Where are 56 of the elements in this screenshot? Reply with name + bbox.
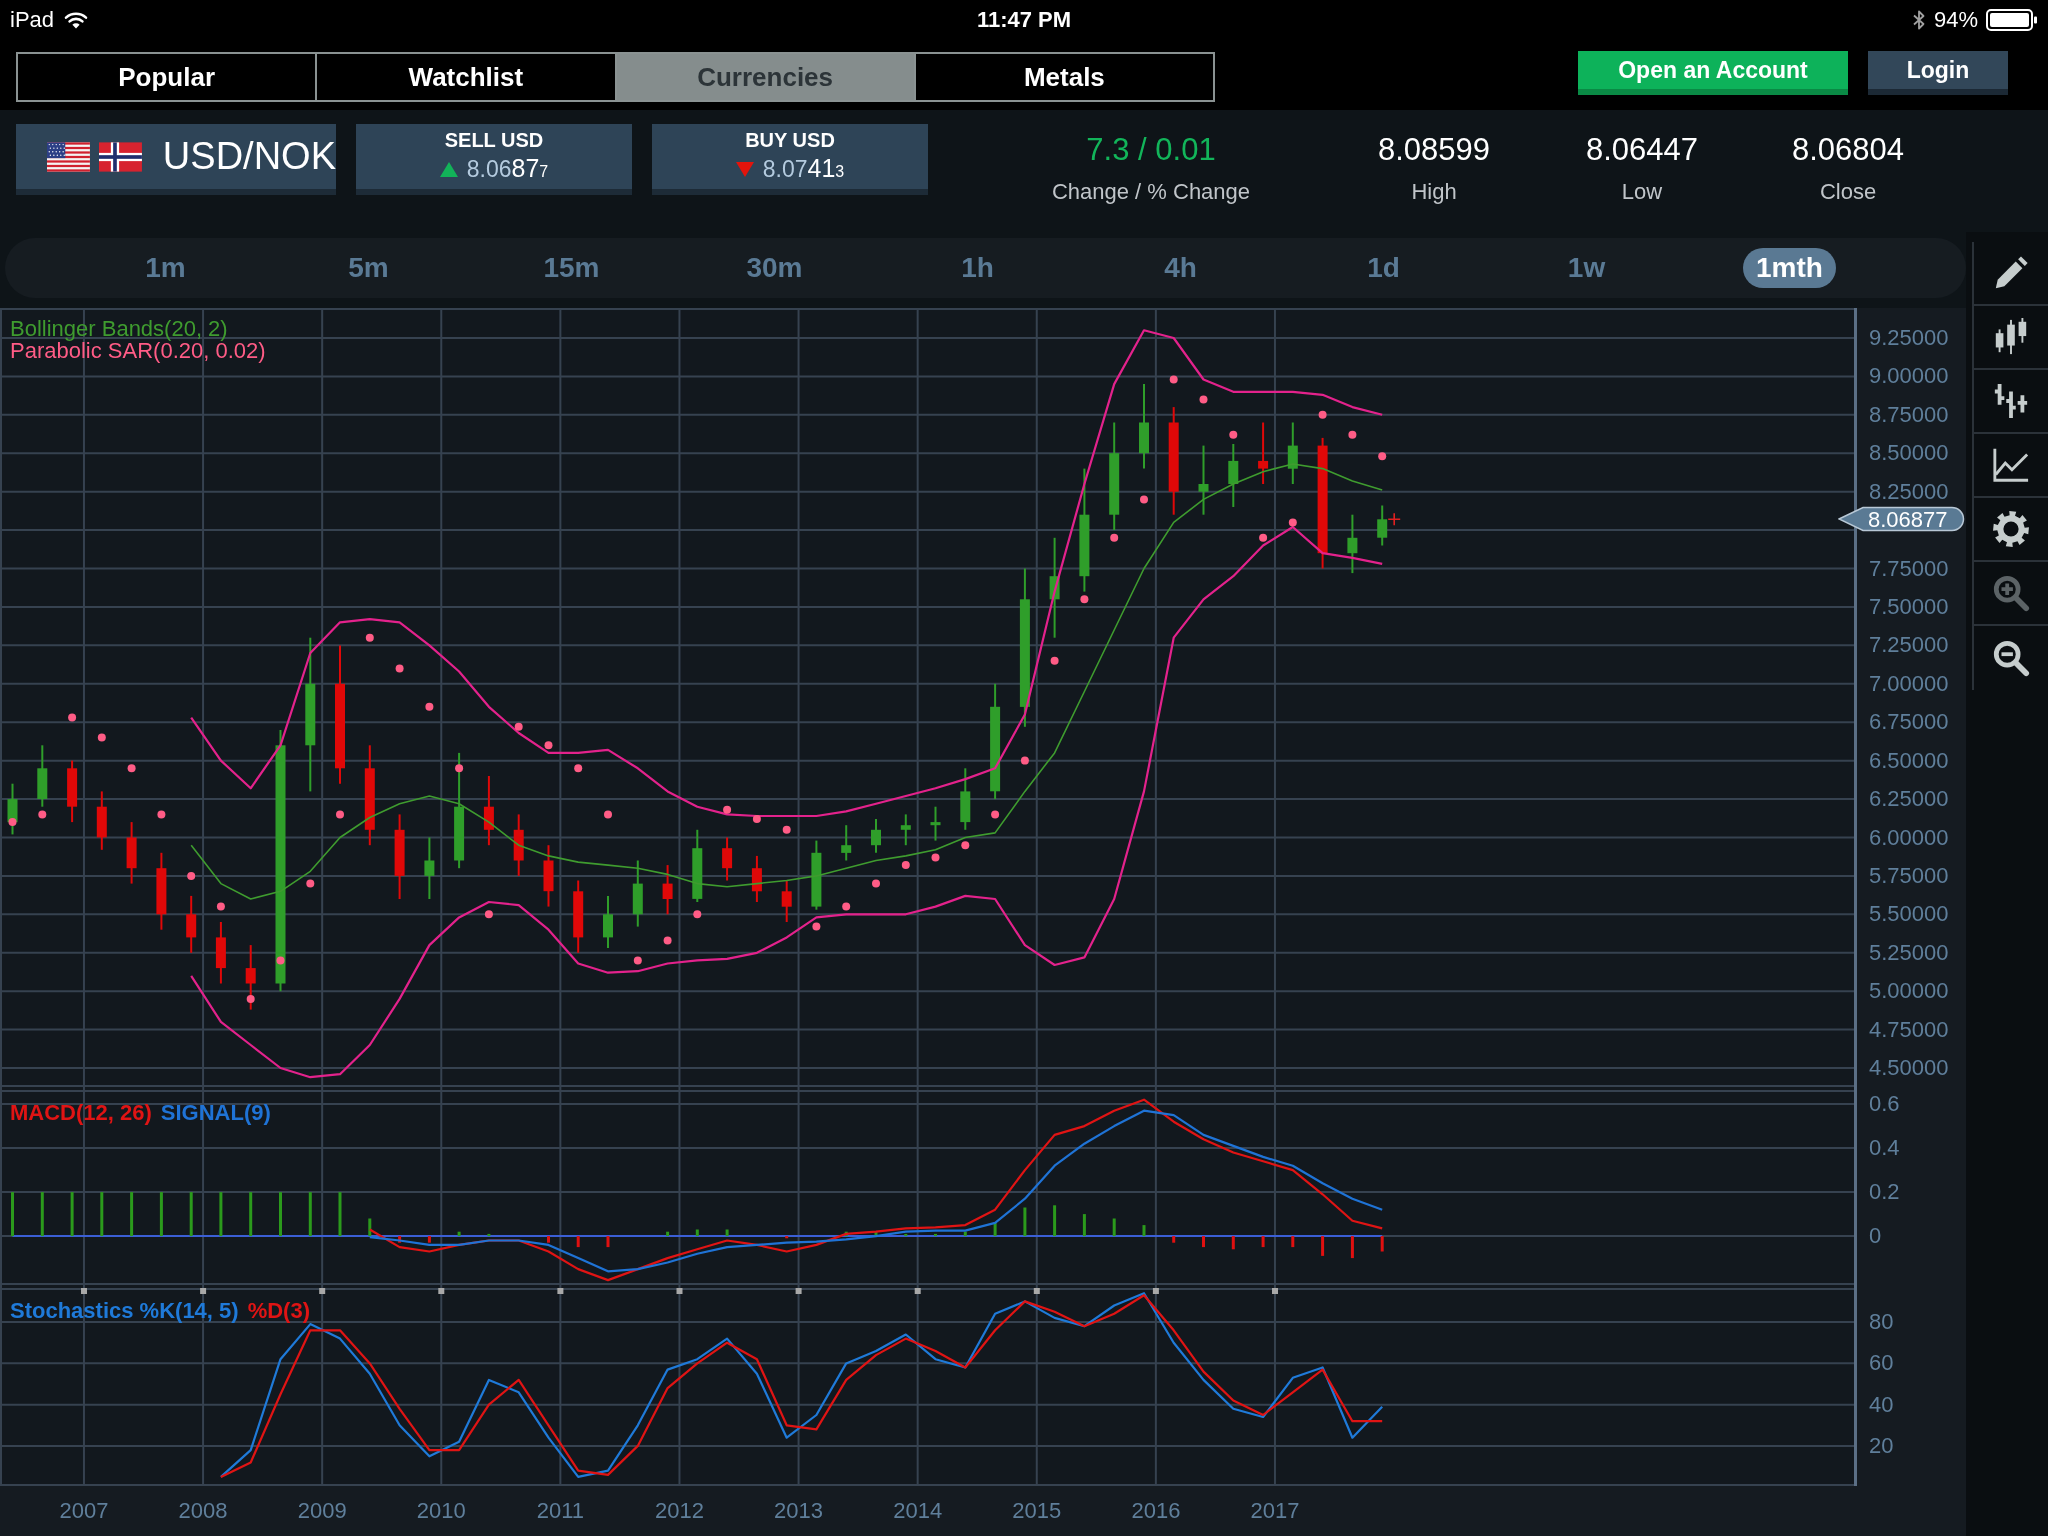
- status-time: 11:47 PM: [976, 6, 1072, 33]
- y-axis-label: 6.25000: [1869, 786, 1949, 813]
- y-axis-label: 60: [1869, 1350, 1894, 1377]
- y-axis-label: 6.75000: [1869, 709, 1949, 736]
- y-axis-label: 7.50000: [1869, 593, 1949, 620]
- x-axis-label: 2014: [893, 1498, 943, 1523]
- stat-label: Close: [1819, 179, 1877, 205]
- indicator-legend: Parabolic SAR(0.20, 0.02): [10, 340, 266, 362]
- x-axis-label: 2012: [655, 1498, 704, 1523]
- stat-value: 8.06447: [1585, 133, 1699, 167]
- y-axis-label: 5.50000: [1869, 901, 1949, 928]
- battery-percentage: 94%: [1933, 6, 1978, 33]
- y-axis-label: 0.2: [1869, 1179, 1900, 1206]
- indicator-legend: Stochastics %K(14, 5): [10, 1300, 239, 1322]
- y-axis-label: 5.00000: [1869, 978, 1949, 1005]
- y-axis-label: 4.75000: [1869, 1016, 1949, 1043]
- x-axis-label: 2010: [416, 1498, 466, 1523]
- stat-value: 8.06804: [1791, 133, 1905, 167]
- y-axis-label: 5.25000: [1869, 939, 1949, 966]
- y-axis-label: 8.25000: [1869, 478, 1949, 505]
- y-axis-label: 7.00000: [1869, 670, 1949, 697]
- y-axis-label: 8.75000: [1869, 401, 1949, 428]
- stat-label: Change / % Change: [1051, 179, 1251, 205]
- y-axis-label: 8.50000: [1869, 440, 1949, 467]
- x-axis-label: 2017: [1250, 1498, 1300, 1523]
- x-axis-label: 2011: [536, 1498, 585, 1523]
- stat-value: 8.08599: [1377, 133, 1491, 167]
- x-axis-label: 2009: [297, 1498, 347, 1523]
- x-axis-label: 2013: [774, 1498, 824, 1523]
- stat-label: High: [1411, 179, 1457, 205]
- current-price-tag: 8.06877: [1838, 506, 1966, 533]
- indicator-legend: Bollinger Bands(20, 2): [10, 318, 266, 340]
- y-axis-label: 9.00000: [1869, 363, 1949, 390]
- y-axis-label: 0.6: [1869, 1091, 1900, 1118]
- y-axis-label: 0.4: [1869, 1135, 1900, 1162]
- y-axis-label: 6.00000: [1869, 824, 1949, 851]
- y-axis-label: 5.75000: [1869, 862, 1949, 889]
- indicator-legend: MACD(12, 26): [10, 1102, 152, 1124]
- x-axis-label: 2015: [1012, 1498, 1062, 1523]
- device-name: iPad: [10, 6, 55, 33]
- x-axis-label: 2007: [59, 1498, 109, 1523]
- change-value: 7.3 / 0.01: [1086, 133, 1216, 167]
- stat-label: Low: [1621, 179, 1663, 205]
- x-axis-label: 2016: [1131, 1498, 1181, 1523]
- y-axis-label: 6.50000: [1869, 747, 1949, 774]
- y-axis-label: 4.50000: [1869, 1055, 1949, 1081]
- y-axis-label: 9.25000: [1869, 325, 1949, 351]
- indicator-legend: %D(3): [247, 1300, 310, 1322]
- indicator-legend: SIGNAL(9): [160, 1102, 271, 1124]
- y-axis-label: 80: [1869, 1309, 1894, 1336]
- y-axis-label: 0: [1869, 1223, 1882, 1250]
- y-axis-label: 40: [1869, 1391, 1894, 1418]
- x-axis-label: 2008: [178, 1498, 228, 1523]
- y-axis-label: 7.25000: [1869, 632, 1949, 659]
- y-axis-label: 7.75000: [1869, 555, 1949, 582]
- y-axis-label: 20: [1869, 1432, 1894, 1459]
